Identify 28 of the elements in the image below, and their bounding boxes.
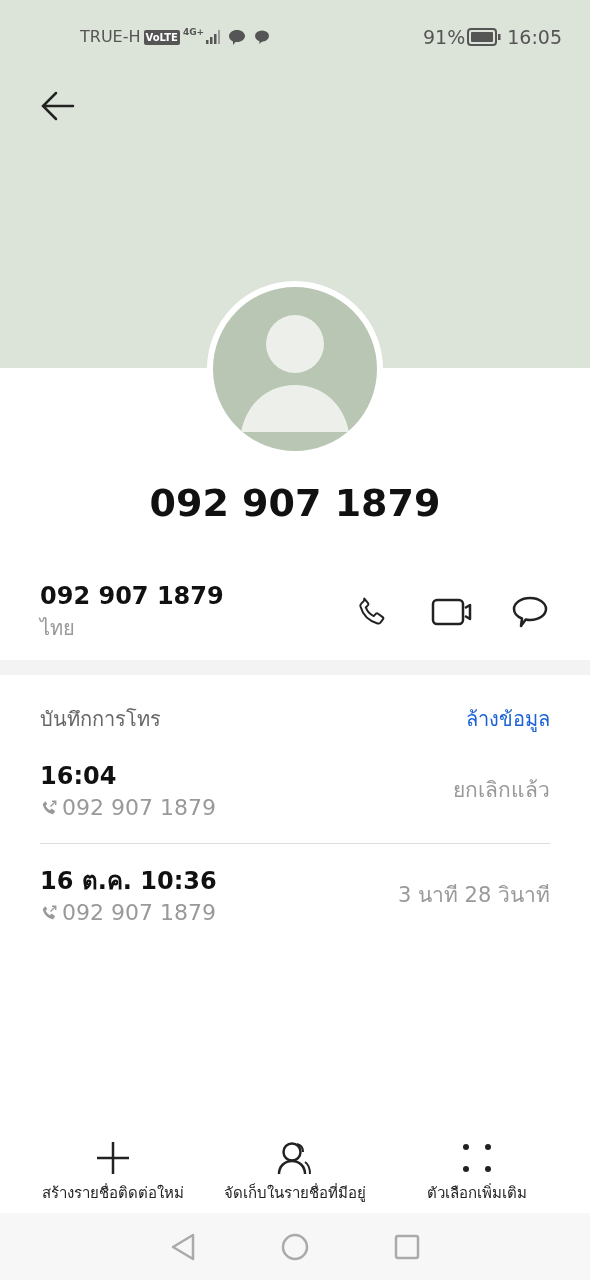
- call-number: 092 907 1879: [62, 794, 216, 822]
- action-button[interactable]: ตัวเลือกเพิ่มเติม: [392, 1138, 562, 1205]
- section-title: บันทึกการโทร: [40, 706, 162, 733]
- action-button[interactable]: สร้างรายชื่อติดต่อใหม่: [28, 1138, 198, 1205]
- outgoing-call-icon: [40, 799, 58, 817]
- carrier-name: TRUE-H: [80, 26, 141, 48]
- signal-icon: [205, 29, 222, 45]
- action-button[interactable]: จัดเก็บในรายชื่อที่มีอยู่: [210, 1138, 380, 1205]
- call-status: 3 นาที 28 วินาที: [397, 881, 550, 909]
- chat-bubbles-icon: [253, 29, 271, 45]
- battery-percent: 91%: [423, 24, 466, 50]
- number-region: ไทย: [40, 615, 76, 642]
- person-icon: [277, 1141, 313, 1175]
- call-time: 16:04: [40, 761, 118, 792]
- volte-badge: VoLTE: [143, 29, 180, 45]
- call-time: 16 ต.ค. 10:36: [40, 865, 218, 897]
- call-number: 092 907 1879: [62, 898, 216, 927]
- clear-link[interactable]: ล้างข้อมูล: [466, 704, 550, 734]
- chat-bubble-icon: [228, 28, 247, 46]
- battery-icon: [467, 28, 502, 46]
- more-dots-icon: [462, 1143, 492, 1173]
- contact-name: 092 907 1879: [148, 480, 442, 527]
- call-status: ยกเลิกแล้ว: [453, 777, 550, 805]
- network-type: 4G+: [182, 26, 205, 39]
- outgoing-call-icon: [40, 903, 58, 922]
- plus-icon: [96, 1141, 130, 1175]
- clock-time: 16:05: [507, 24, 562, 50]
- phone-number: 092 907 1879: [40, 581, 225, 612]
